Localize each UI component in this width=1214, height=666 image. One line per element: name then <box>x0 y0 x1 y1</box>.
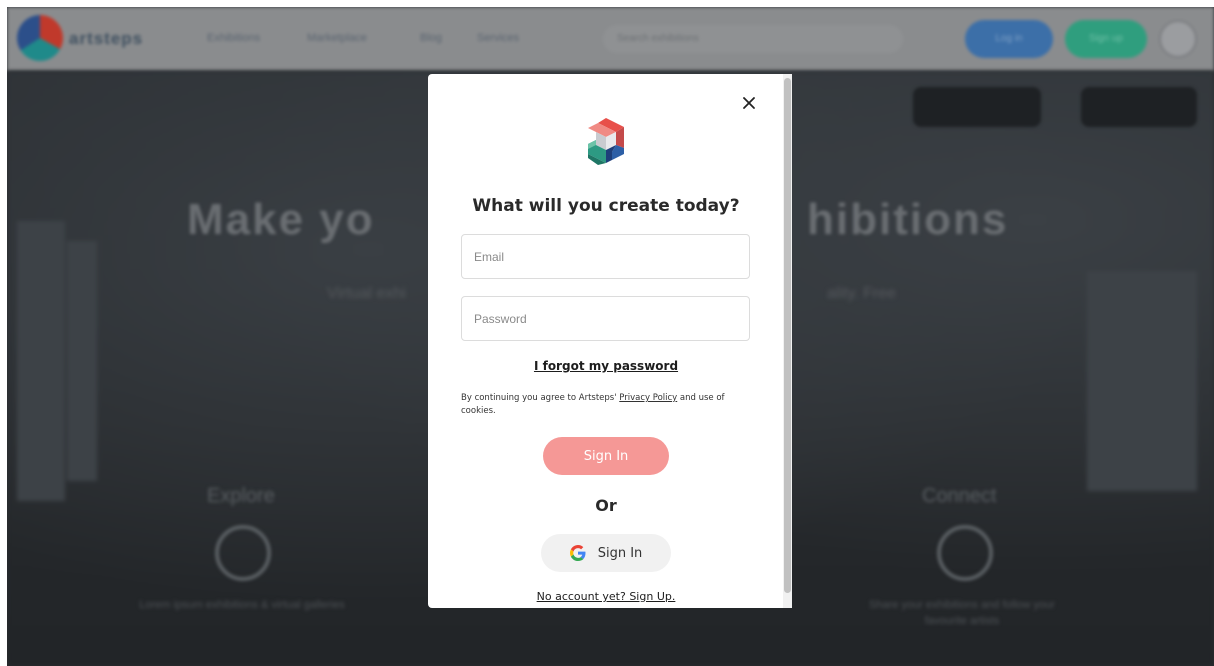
privacy-policy-link[interactable]: Privacy Policy <box>619 393 677 403</box>
or-divider-label: Or <box>595 496 617 515</box>
login-button[interactable]: Log in <box>965 20 1053 58</box>
section-text-explore: Lorem ipsum exhibitions & virtual galler… <box>139 599 345 611</box>
forgot-password-link[interactable]: I forgot my password <box>428 359 784 373</box>
section-text-connect: Share your exhibitions and follow your f… <box>869 599 1055 627</box>
close-icon <box>743 97 755 109</box>
hero-title-right: hibitions <box>807 195 1009 244</box>
consent-text: By continuing you agree to Artsteps' Pri… <box>461 392 751 418</box>
site-logo-text[interactable]: artsteps <box>69 29 143 49</box>
section-label-connect: Connect <box>922 485 997 507</box>
nav-exhibitions[interactable]: Exhibitions <box>207 32 260 44</box>
signin-button[interactable]: Sign In <box>543 437 669 475</box>
modal-title: What will you create today? <box>472 196 740 216</box>
google-signin-label: Sign In <box>597 545 643 561</box>
hero-title-left: Make yo <box>187 195 375 244</box>
artsteps-logo-icon <box>588 118 624 165</box>
search-input[interactable]: Search exhibitions <box>603 25 903 53</box>
google-play-badge[interactable] <box>913 87 1041 127</box>
section-label-explore: Explore <box>207 485 275 507</box>
signin-modal: What will you create today? I forgot my … <box>428 74 792 608</box>
artsteps-logo-icon[interactable] <box>17 15 63 61</box>
close-button[interactable] <box>738 92 760 114</box>
nav-blog[interactable]: Blog <box>420 32 442 44</box>
compass-icon <box>215 525 271 581</box>
network-icon <box>937 525 993 581</box>
scrollbar-thumb[interactable] <box>784 78 791 593</box>
nav-marketplace[interactable]: Marketplace <box>307 32 367 44</box>
site-header: artsteps Exhibitions Marketplace Blog Se… <box>7 7 1214 71</box>
password-field[interactable] <box>461 296 750 341</box>
google-icon <box>569 545 586 561</box>
google-signin-button[interactable]: Sign In <box>541 534 671 572</box>
signup-link[interactable]: No account yet? Sign Up. <box>428 590 784 603</box>
avatar[interactable] <box>1159 20 1197 58</box>
search-placeholder: Search exhibitions <box>617 33 699 44</box>
signup-button[interactable]: Sign up <box>1065 20 1147 58</box>
consent-prefix: By continuing you agree to Artsteps' <box>461 393 617 403</box>
email-field[interactable] <box>461 234 750 279</box>
app-store-badge[interactable] <box>1081 87 1197 127</box>
modal-scrollbar[interactable] <box>783 74 792 608</box>
hero-subtitle-left: Virtual exhi <box>327 285 406 302</box>
nav-services[interactable]: Services <box>477 32 519 44</box>
hero-subtitle-right: ality. Free <box>827 285 897 302</box>
